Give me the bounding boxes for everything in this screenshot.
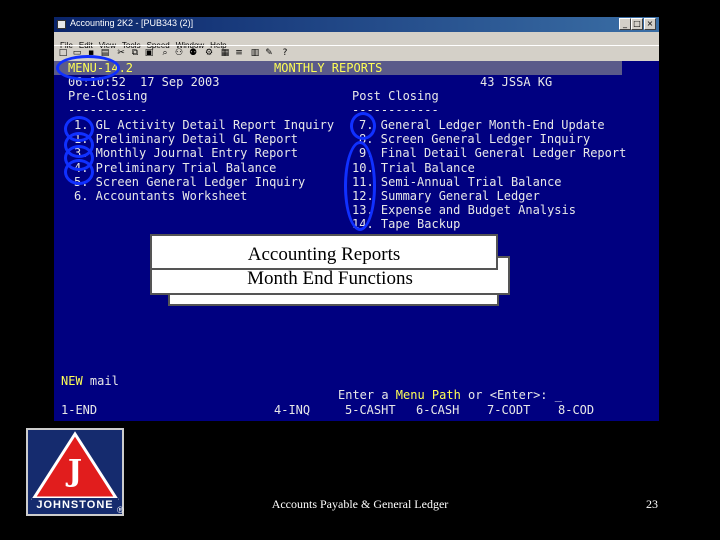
fkey-end[interactable]: 1-END	[61, 403, 97, 417]
menu-option-13[interactable]: 13. Expense and Budget Analysis	[352, 203, 576, 217]
menu-bar: File Edit View Tools Speed Window Help	[54, 32, 659, 50]
prompt-highlight: Menu Path	[395, 388, 461, 402]
pre-closing-heading: Pre-Closing	[68, 89, 148, 103]
settings-icon[interactable]: ⚙	[204, 48, 214, 58]
menu-option-12[interactable]: 12. Summary General Ledger	[352, 189, 540, 203]
menu-option-5[interactable]: 5. Screen General Ledger Inquiry	[74, 175, 305, 189]
cut-icon[interactable]: ✂	[116, 48, 126, 58]
title-bar: Accounting 2K2 - [PUB343 (2)] _ □ ×	[54, 17, 659, 32]
menu-option-9[interactable]: 9. Final Detail General Ledger Report	[359, 146, 626, 160]
menu-option-2[interactable]: 1. Preliminary Detail GL Report	[74, 132, 298, 146]
options-9-14-highlight-circle	[344, 141, 376, 231]
menu-option-7[interactable]: 7. General Ledger Month-End Update	[359, 118, 605, 132]
logo-letter: J	[67, 454, 83, 489]
new-icon[interactable]: □	[58, 48, 68, 58]
fkey-inq[interactable]: 4-INQ	[274, 403, 310, 417]
fkey-codt[interactable]: 7-CODT	[487, 403, 530, 417]
app-icon	[57, 20, 66, 29]
chart-icon[interactable]: ▥	[250, 48, 260, 58]
grid-icon[interactable]: ▦	[220, 48, 230, 58]
johnstone-logo: J JOHNSTONE	[26, 428, 124, 516]
slide-footer: Accounts Payable & General Ledger	[271, 497, 449, 511]
maximize-button[interactable]: □	[631, 18, 643, 30]
disconnect-icon[interactable]: ⚉	[188, 48, 198, 58]
menu-option-8[interactable]: 8. Screen General Ledger Inquiry	[359, 132, 590, 146]
mail-notice: NEW mail	[61, 374, 119, 388]
page-number: 23	[646, 497, 658, 511]
screen-title: MONTHLY REPORTS	[274, 61, 383, 75]
fkey-cod[interactable]: 8-COD	[558, 403, 594, 417]
logo-registered-mark: ®	[117, 505, 124, 515]
menu-option-11[interactable]: 11. Semi-Annual Trial Balance	[352, 175, 562, 189]
close-button[interactable]: ×	[644, 18, 656, 30]
date-readout: 17 Sep 2003	[140, 75, 220, 89]
mail-label: mail	[82, 374, 119, 388]
post-closing-heading: Post Closing	[352, 89, 439, 103]
find-icon[interactable]: ⌕	[160, 48, 170, 58]
paste-icon[interactable]: ▣	[144, 48, 154, 58]
company-code: 43 JSSA KG	[480, 75, 553, 89]
pre-closing-underline: -----------	[68, 103, 148, 117]
option-4-highlight-circle	[64, 159, 94, 185]
overlay-box-accounting-reports: Accounting Reports	[150, 234, 498, 270]
menu-option-3[interactable]: 3. Monthly Journal Entry Report	[74, 146, 298, 160]
connect-icon[interactable]: ⚇	[174, 48, 184, 58]
menu-option-6[interactable]: 6. Accountants Worksheet	[74, 189, 247, 203]
fkey-cash[interactable]: 6-CASH	[416, 403, 459, 417]
option-7-highlight-circle	[350, 112, 376, 140]
menu-option-4[interactable]: 4. Preliminary Trial Balance	[74, 161, 276, 175]
menu-option-1[interactable]: 1. GL Activity Detail Report Inquiry	[74, 118, 334, 132]
minimize-button[interactable]: _	[619, 18, 631, 30]
menu-path-prompt[interactable]: Enter a Menu Path or <Enter>: _	[338, 388, 562, 402]
new-mail-badge: NEW	[61, 374, 83, 388]
fkey-casht[interactable]: 5-CASHT	[345, 403, 396, 417]
help-icon[interactable]: ?	[280, 48, 290, 58]
toolbar: □ ▭ ▪ ▤ ✂ ⧉ ▣ ⌕ ⚇ ⚉ ⚙ ▦ ≡ ▥ ✎ ?	[54, 45, 659, 62]
logo-wordmark: JOHNSTONE	[36, 499, 114, 511]
prompt-prefix: Enter a	[338, 388, 396, 402]
menu-id-highlight-circle	[56, 55, 120, 81]
window-title: Accounting 2K2 - [PUB343 (2)]	[70, 18, 194, 28]
tools-icon[interactable]: ✎	[264, 48, 274, 58]
prompt-suffix: or <Enter>: _	[460, 388, 562, 402]
list-icon[interactable]: ≡	[234, 48, 244, 58]
copy-icon[interactable]: ⧉	[130, 48, 140, 58]
